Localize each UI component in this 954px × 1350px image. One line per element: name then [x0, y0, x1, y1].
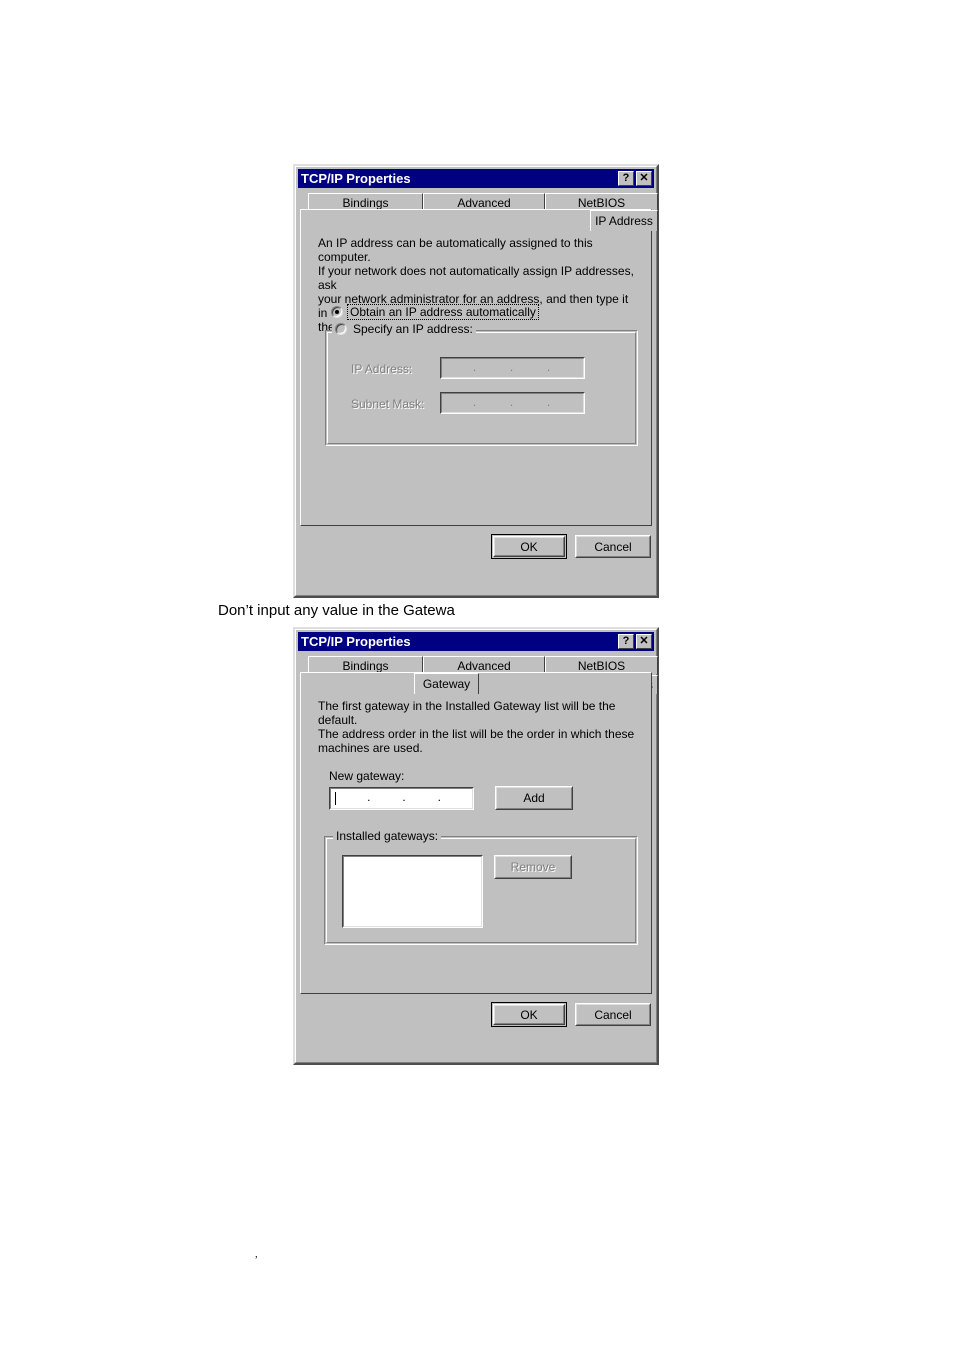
tcpip-properties-dialog-gateway: TCP/IP Properties ? ✕ Bindings Advanced …: [293, 627, 659, 1065]
ip-octet-2[interactable]: [479, 359, 509, 377]
cancel-button-label: Cancel: [594, 539, 632, 554]
close-icon[interactable]: ✕: [636, 171, 652, 186]
gateway-octet-2[interactable]: [371, 789, 401, 808]
mask-octet-1[interactable]: [442, 394, 472, 412]
remove-button[interactable]: Remove: [494, 855, 572, 879]
gateway-octet-3[interactable]: [407, 789, 437, 808]
ip-address-input[interactable]: . . .: [440, 357, 585, 379]
tab-label: Gateway: [422, 677, 471, 691]
new-gateway-input-inner: . . .: [330, 788, 473, 809]
ip-address-label: IP Address:: [351, 362, 413, 376]
ip-octet-3[interactable]: [516, 359, 546, 377]
tab-label: Bindings: [342, 195, 389, 210]
radio-indicator: [335, 323, 347, 335]
cancel-button-label: Cancel: [594, 1007, 632, 1022]
ip-dot: .: [546, 359, 551, 374]
ok-button-label: OK: [520, 539, 538, 554]
cancel-button-face: Cancel: [576, 536, 650, 557]
mask-octet-3[interactable]: [516, 394, 546, 412]
ip-octet-4[interactable]: [553, 359, 583, 377]
remove-button-label: Remove: [510, 860, 556, 874]
tab-label: NetBIOS: [577, 195, 626, 210]
ip-dot: .: [509, 394, 514, 409]
new-gateway-label: New gateway:: [329, 769, 405, 783]
tab-label: IP Address: [595, 214, 653, 228]
radio-label: Obtain an IP address automatically: [347, 304, 539, 320]
subnet-mask-input[interactable]: . . .: [440, 392, 585, 414]
dialog-title: TCP/IP Properties: [301, 171, 411, 186]
dialog-inner-frame: TCP/IP Properties ? ✕ Bindings Advanced …: [295, 166, 658, 596]
tab-label: Advanced: [457, 658, 511, 673]
tab-label: Advanced: [457, 195, 511, 210]
tcpip-properties-dialog-ip-address: TCP/IP Properties ? ✕ Bindings Advanced …: [293, 164, 659, 598]
tab-panel-ip-address: An IP address can be automatically assig…: [300, 209, 652, 526]
stray-mark: ,: [255, 1248, 258, 1260]
add-button-label: Add: [523, 791, 545, 805]
dialog-title: TCP/IP Properties: [301, 634, 411, 649]
ip-dot: .: [546, 394, 551, 409]
subnet-mask-input-inner: . . .: [441, 393, 584, 413]
installed-gateways-label: Installed gateways:: [333, 829, 442, 843]
subnet-mask-label: Subnet Mask:: [351, 397, 425, 411]
ok-button[interactable]: OK: [491, 534, 567, 559]
help-icon[interactable]: ?: [618, 171, 634, 186]
ip-dot: .: [472, 359, 477, 374]
radio-obtain-ip-automatically[interactable]: Obtain an IP address automatically: [331, 304, 539, 320]
gateway-octet-1[interactable]: [336, 789, 366, 808]
ip-address-input-inner: . . .: [441, 358, 584, 378]
ip-octet-1[interactable]: [442, 359, 472, 377]
page-caption: Don’t input any value in the Gatewa: [218, 602, 455, 619]
tab-ip-address[interactable]: IP Address: [590, 210, 658, 231]
group-inner-frame: [327, 332, 636, 444]
ok-button[interactable]: OK: [491, 1002, 567, 1027]
close-icon[interactable]: ✕: [636, 634, 652, 649]
gateway-description: The first gateway in the Installed Gatew…: [318, 699, 635, 755]
mask-octet-4[interactable]: [553, 394, 583, 412]
gateway-octet-4[interactable]: [442, 789, 472, 808]
ok-button-face: OK: [494, 537, 564, 556]
tab-panel-gateway: The first gateway in the Installed Gatew…: [300, 672, 652, 994]
ok-button-face: OK: [494, 1005, 564, 1024]
cancel-button-face: Cancel: [576, 1004, 650, 1025]
remove-button-face: Remove: [495, 856, 571, 878]
cancel-button[interactable]: Cancel: [575, 535, 651, 558]
add-button-face: Add: [496, 787, 572, 809]
ok-button-label: OK: [520, 1007, 538, 1022]
installed-gateways-listbox[interactable]: [342, 855, 483, 928]
dialog-inner-frame: TCP/IP Properties ? ✕ Bindings Advanced …: [295, 629, 658, 1063]
radio-label: Specify an IP address:: [353, 322, 473, 336]
title-bar: TCP/IP Properties ? ✕: [298, 632, 654, 651]
mask-octet-2[interactable]: [479, 394, 509, 412]
tab-gateway[interactable]: Gateway: [414, 673, 479, 694]
title-bar: TCP/IP Properties ? ✕: [298, 169, 654, 188]
new-gateway-input[interactable]: . . .: [329, 787, 474, 810]
add-button[interactable]: Add: [495, 786, 573, 810]
ip-dot: .: [509, 359, 514, 374]
tab-label: NetBIOS: [577, 658, 626, 673]
radio-indicator: [331, 306, 343, 318]
installed-gateways-group: Installed gateways: Remove: [324, 829, 638, 945]
tab-label: Bindings: [342, 658, 389, 673]
radio-specify-ip-address[interactable]: Specify an IP address:: [332, 322, 476, 336]
help-icon[interactable]: ?: [618, 634, 634, 649]
specify-ip-address-group: Specify an IP address: IP Address: . . .: [325, 322, 638, 446]
cancel-button[interactable]: Cancel: [575, 1003, 651, 1026]
ip-dot: .: [472, 394, 477, 409]
listbox-content: [343, 856, 482, 927]
